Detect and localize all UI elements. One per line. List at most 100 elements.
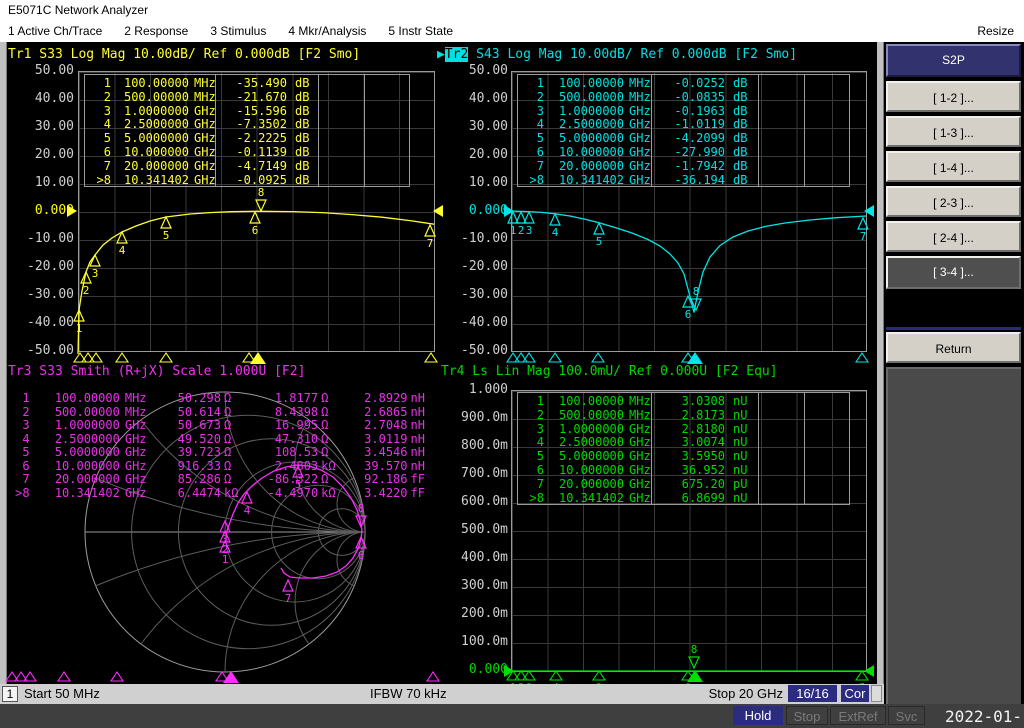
menu-instr-state[interactable]: 5 Instr State	[388, 24, 453, 38]
axis-label: 20.00	[442, 141, 508, 169]
axis-label: -30.00	[8, 281, 74, 309]
marker-row: 610.000000GHz916.33Ω2.4803kΩ39.570nH	[8, 460, 438, 474]
status-spare-button[interactable]	[871, 685, 882, 702]
marker-row: 1100.00000MHz50.298Ω1.8177Ω2.8929nH	[8, 392, 438, 406]
axis-label: 500.0m	[442, 516, 508, 544]
tr1-y-axis: 50.0040.0030.0020.0010.000.000-10.00-20.…	[8, 57, 74, 365]
start-frequency-label: Start 50 MHz	[24, 686, 100, 701]
axis-label: 0.000	[442, 197, 508, 225]
instrument-status-bar: Hold Stop ExtRef Svc 2022-01-13 09:28	[0, 704, 1024, 728]
axis-label: 10.00	[442, 169, 508, 197]
softkey-button[interactable]: [ 2-3 ]...	[886, 186, 1021, 217]
marker-row: 720.000000GHz-4.7149dB	[85, 160, 409, 174]
axis-label: -20.00	[442, 253, 508, 281]
axis-label: -50.00	[442, 337, 508, 365]
menu-bar: 1 Active Ch/Trace 2 Response 3 Stimulus …	[0, 20, 1024, 42]
marker-row: 2500.00000MHz2.8173nU	[518, 409, 849, 423]
stop-frequency-label: Stop 20 GHz	[700, 686, 783, 701]
axis-label: -10.00	[8, 225, 74, 253]
axis-label: 400.0m	[442, 544, 508, 572]
axis-label: -20.00	[8, 253, 74, 281]
axis-label: 10.00	[8, 169, 74, 197]
axis-label: 40.00	[442, 85, 508, 113]
axis-label: -10.00	[442, 225, 508, 253]
softkey-button[interactable]: [ 2-4 ]...	[886, 221, 1021, 252]
resize-control[interactable]: Resize	[977, 20, 1014, 42]
marker-row: 610.000000GHz36.952nU	[518, 464, 849, 478]
return-button[interactable]: Return	[886, 332, 1021, 363]
softkey-button[interactable]: [ 3-4 ]...	[886, 256, 1021, 289]
axis-label: -50.00	[8, 337, 74, 365]
marker-row: 31.0000000GHz2.8180nU	[518, 423, 849, 437]
softkey-button[interactable]: [ 1-2 ]...	[886, 81, 1021, 112]
network-analyzer-window: E5071C Network Analyzer 1 Active Ch/Trac…	[0, 0, 1024, 728]
channel-status-bar: 1 Start 50 MHz IFBW 70 kHz Stop 20 GHz 1…	[0, 684, 884, 704]
marker-row: 31.0000000GHz50.673Ω16.995Ω2.7048nH	[8, 419, 438, 433]
extref-indicator: ExtRef	[830, 706, 886, 725]
tr4-y-axis: 1.000900.0m800.0m700.0m600.0m500.0m400.0…	[442, 376, 508, 684]
window-title: E5071C Network Analyzer	[0, 0, 1024, 20]
softkey-button[interactable]: [ 1-4 ]...	[886, 151, 1021, 182]
channel-number-badge: 1	[2, 686, 18, 702]
marker-row: 720.000000GHz85.286Ω-86.322Ω92.186fF	[8, 473, 438, 487]
tr2-marker-table: 1100.00000MHz-0.0252dB2500.00000MHz-0.08…	[517, 74, 850, 187]
marker-row: >810.341402GHz-0.0925dB	[85, 174, 409, 188]
svc-indicator: Svc	[888, 706, 925, 725]
tr3-title[interactable]: Tr3 S33 Smith (R+jX) Scale 1.000U [F2]	[8, 364, 305, 379]
axis-label: 600.0m	[442, 488, 508, 516]
axis-label: 30.00	[8, 113, 74, 141]
marker-row: 720.000000GHz-1.7942dB	[518, 160, 849, 174]
menu-active-ch-trace[interactable]: 1 Active Ch/Trace	[8, 24, 102, 38]
marker-row: 1100.00000MHz-35.490dB	[85, 77, 409, 91]
ifbw-label: IFBW 70 kHz	[370, 686, 447, 701]
left-scroll-strip[interactable]	[0, 42, 7, 684]
marker-row: 720.000000GHz675.20pU	[518, 478, 849, 492]
hold-indicator: Hold	[733, 706, 783, 725]
axis-label: 700.0m	[442, 460, 508, 488]
marker-row: >810.341402GHz-36.194dB	[518, 174, 849, 188]
marker-row: 2500.00000MHz-21.670dB	[85, 91, 409, 105]
marker-row: 42.5000000GHz3.0074nU	[518, 436, 849, 450]
tr1-marker-table: 1100.00000MHz-35.490dB2500.00000MHz-21.6…	[84, 74, 410, 187]
marker-row: 1100.00000MHz3.0308nU	[518, 395, 849, 409]
tr2-y-axis: 50.0040.0030.0020.0010.000.000-10.00-20.…	[442, 57, 508, 365]
marker-row: 2500.00000MHz50.614Ω8.4398Ω2.6865nH	[8, 406, 438, 420]
axis-label: 50.00	[8, 57, 74, 85]
tr3-marker-list: 1100.00000MHz50.298Ω1.8177Ω2.8929nH2500.…	[8, 392, 438, 500]
axis-label: 1.000	[442, 376, 508, 404]
menu-mkr-analysis[interactable]: 4 Mkr/Analysis	[288, 24, 366, 38]
axis-label: 50.00	[442, 57, 508, 85]
axis-label: 30.00	[442, 113, 508, 141]
axis-label: 0.000	[8, 197, 74, 225]
correction-badge: Cor	[841, 685, 869, 702]
marker-row: 2500.00000MHz-0.0835dB	[518, 91, 849, 105]
tr4-marker-table: 1100.00000MHz3.0308nU2500.00000MHz2.8173…	[517, 392, 850, 505]
axis-label: 100.0m	[442, 628, 508, 656]
marker-row: 55.0000000GHz39.723Ω108.53Ω3.4546nH	[8, 446, 438, 460]
marker-row: 1100.00000MHz-0.0252dB	[518, 77, 849, 91]
axis-label: -40.00	[442, 309, 508, 337]
sidebar-divider-strip[interactable]	[877, 42, 884, 684]
axis-label: -30.00	[442, 281, 508, 309]
axis-label: 900.0m	[442, 404, 508, 432]
marker-row: 610.000000GHz-0.1139dB	[85, 146, 409, 160]
marker-row: 31.0000000GHz-15.596dB	[85, 105, 409, 119]
menu-response[interactable]: 2 Response	[124, 24, 188, 38]
datetime-display: 2022-01-13 09:28	[928, 706, 1022, 725]
marker-row: 42.5000000GHz-7.3502dB	[85, 118, 409, 132]
marker-row: 42.5000000GHz49.520Ω47.310Ω3.0119nH	[8, 433, 438, 447]
axis-label: 0.000	[442, 656, 508, 684]
marker-row: 55.0000000GHz-2.2225dB	[85, 132, 409, 146]
menu-stimulus[interactable]: 3 Stimulus	[210, 24, 266, 38]
softkey-empty-panel	[886, 367, 1021, 726]
softkey-active-underline	[886, 327, 1021, 330]
softkey-sidebar: S2P [ 1-2 ]...[ 1-3 ]...[ 1-4 ]...[ 2-3 …	[884, 42, 1024, 684]
axis-label: 20.00	[8, 141, 74, 169]
points-badge: 16/16	[788, 685, 837, 702]
marker-row: 42.5000000GHz-1.0119dB	[518, 118, 849, 132]
tr2-title-rest: S43 Log Mag 10.00dB/ Ref 0.000dB [F2 Smo…	[468, 47, 797, 62]
softkey-button[interactable]: [ 1-3 ]...	[886, 116, 1021, 147]
stop-indicator: Stop	[786, 706, 828, 725]
marker-row: >810.341402GHz6.4474kΩ-4.4970kΩ3.4220fF	[8, 487, 438, 501]
axis-label: 300.0m	[442, 572, 508, 600]
